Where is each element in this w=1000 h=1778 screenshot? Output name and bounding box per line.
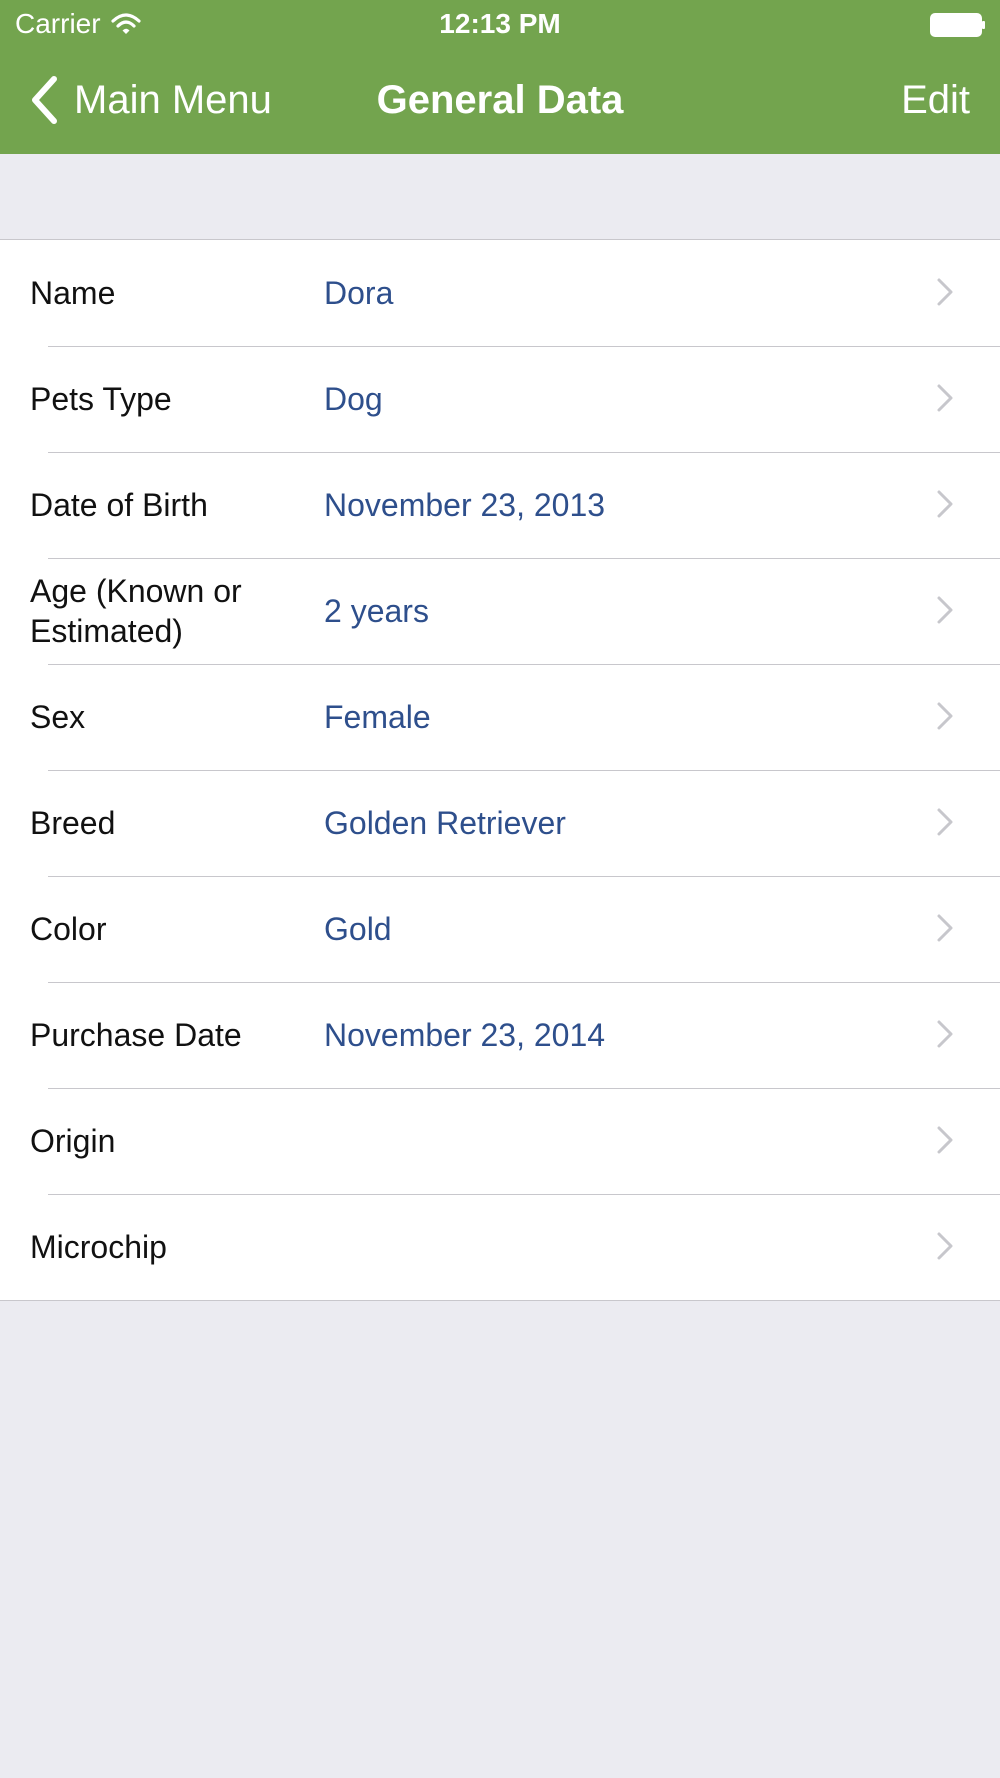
edit-button[interactable]: Edit [901,74,970,126]
status-bar: Carrier 12:13 PM [0,0,1000,50]
row-pets-type[interactable]: Pets Type Dog [0,346,1000,452]
row-label: Breed [30,805,116,841]
chevron-right-icon [937,914,953,942]
chevron-right-icon [937,702,953,730]
general-data-list: Name Dora Pets Type Dog Date of Birth No… [0,239,1000,1301]
row-microchip[interactable]: Microchip [0,1194,1000,1300]
chevron-right-icon [937,1020,953,1048]
row-label: Origin [30,1123,116,1159]
nav-bar: Main Menu General Data Edit [0,50,1000,154]
row-label: Sex [30,699,86,735]
row-value: November 23, 2013 [324,486,606,523]
row-value: November 23, 2014 [324,1016,606,1053]
battery-icon [930,13,985,37]
row-value: Female [324,698,431,735]
row-value: Golden Retriever [324,804,566,841]
chevron-right-icon [937,490,953,518]
row-date-of-birth[interactable]: Date of Birth November 23, 2013 [0,452,1000,558]
row-purchase-date[interactable]: Purchase Date November 23, 2014 [0,982,1000,1088]
chevron-right-icon [937,278,953,306]
row-value: 2 years [324,592,429,629]
row-label: Date of Birth [30,487,208,523]
status-time: 12:13 PM [439,8,561,39]
row-label: Pets Type [30,381,172,417]
navigation-header: Carrier 12:13 PM Main Menu General Data … [0,0,1000,154]
chevron-right-icon [937,1232,953,1260]
row-label: Name [30,275,116,311]
chevron-right-icon [937,808,953,836]
row-value: Dog [324,380,383,417]
row-label: Microchip [30,1229,167,1265]
page-title: General Data [376,78,624,122]
row-breed[interactable]: Breed Golden Retriever [0,770,1000,876]
row-label: Age (Known or Estimated) [30,573,242,649]
chevron-right-icon [937,384,953,412]
row-origin[interactable]: Origin [0,1088,1000,1194]
row-age[interactable]: Age (Known or Estimated) 2 years [0,558,1000,664]
chevron-right-icon [937,1126,953,1154]
row-name[interactable]: Name Dora [0,240,1000,346]
row-label: Purchase Date [30,1017,242,1053]
row-color[interactable]: Color Gold [0,876,1000,982]
row-sex[interactable]: Sex Female [0,664,1000,770]
row-label: Color [30,911,107,947]
row-value: Gold [324,910,392,947]
row-value: Dora [324,274,394,311]
chevron-right-icon [937,596,953,624]
